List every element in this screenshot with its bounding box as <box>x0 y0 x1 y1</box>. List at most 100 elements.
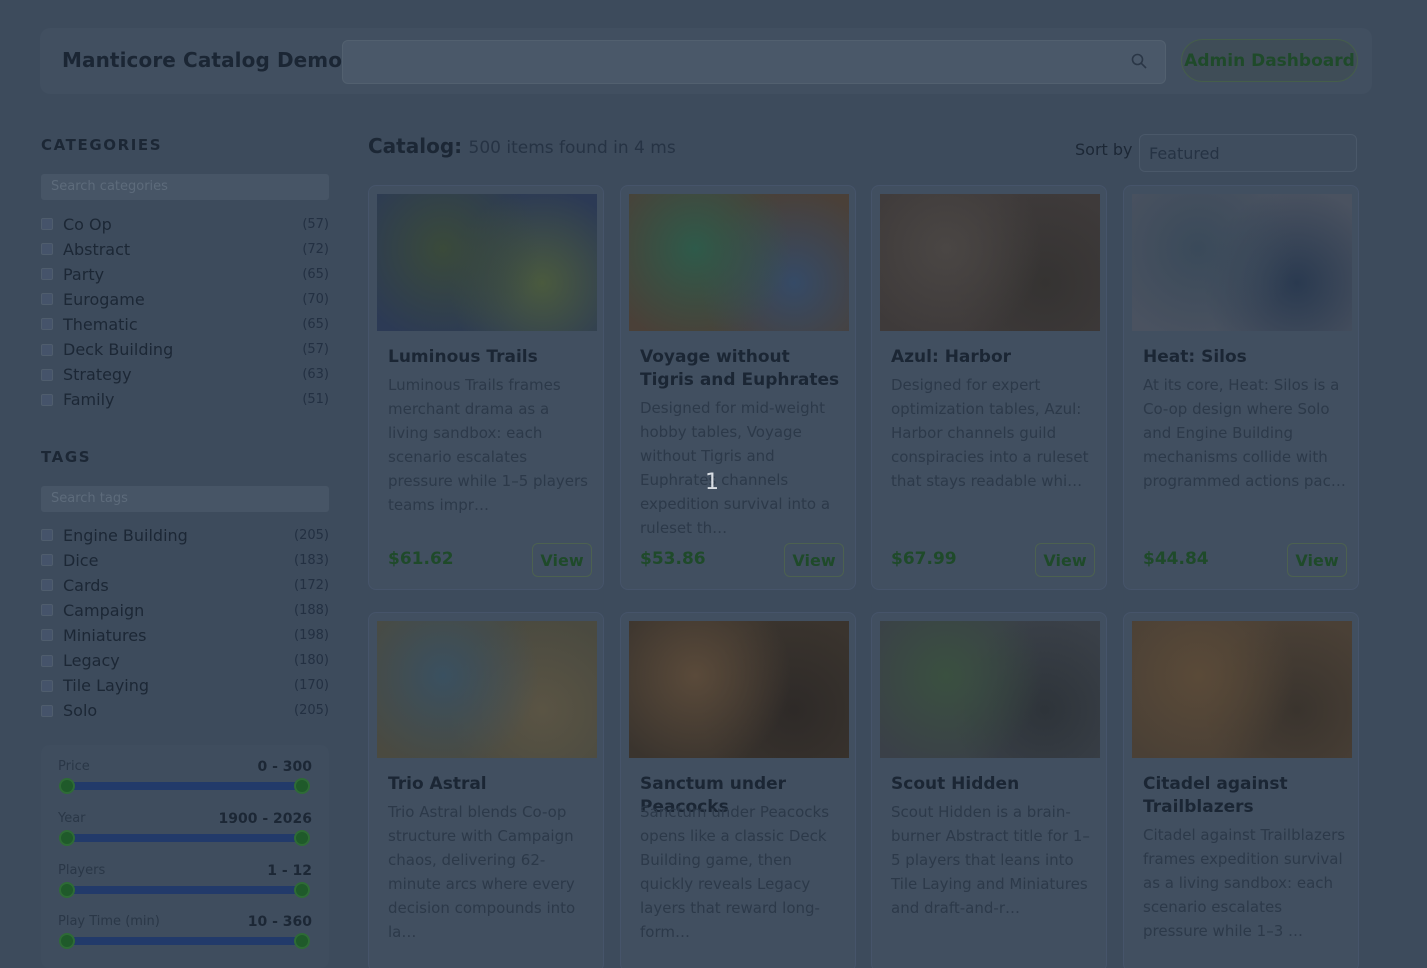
view-button[interactable]: View <box>1287 543 1347 577</box>
tag-checkbox[interactable] <box>41 604 53 617</box>
product-description: Sanctum under Peacocks opens like a clas… <box>640 803 830 941</box>
category-count: (57) <box>302 342 329 357</box>
range-filter: Play Time (min) 10 - 360 <box>58 914 312 949</box>
product-card[interactable]: Luminous Trails Luminous Trails frames me… <box>368 185 604 590</box>
tag-checkbox[interactable] <box>41 679 53 692</box>
tag-item[interactable]: Cards (172) <box>41 574 329 596</box>
product-card[interactable]: Trio Astral Trio Astral blends Co-op stru… <box>368 612 604 968</box>
product-image[interactable] <box>880 621 1100 758</box>
tag-checkbox[interactable] <box>41 654 53 667</box>
category-item[interactable]: Eurogame (70) <box>41 288 329 310</box>
category-checkbox[interactable] <box>41 368 53 381</box>
category-count: (65) <box>302 316 329 332</box>
product-description: At its core, Heat: Silos is a Co-op desi… <box>1143 376 1346 490</box>
tag-item[interactable]: Legacy (180) <box>41 650 329 672</box>
product-card[interactable]: Heat: Silos At its core, Heat: Silos is a… <box>1123 185 1359 590</box>
product-card[interactable]: Scout Hidden Scout Hidden is a brain-burn… <box>871 612 1107 968</box>
view-button[interactable]: View <box>1035 543 1095 577</box>
product-card[interactable]: Sanctum under Peacocks Sanctum under Peac… <box>620 612 856 968</box>
range-max-handle[interactable] <box>294 778 310 794</box>
search-input[interactable] <box>342 40 1166 84</box>
range-min-handle[interactable] <box>59 933 75 949</box>
product-image[interactable] <box>377 621 597 758</box>
category-checkbox[interactable] <box>41 343 53 356</box>
tag-label: Legacy <box>63 651 120 670</box>
category-label: Strategy <box>63 365 132 385</box>
product-name[interactable]: Scout Hidden <box>891 773 1096 796</box>
category-item[interactable]: Co Op (57) <box>41 213 329 235</box>
category-item[interactable]: Strategy (63) <box>41 364 329 386</box>
admin-dashboard-button[interactable]: Admin Dashboard <box>1181 39 1358 82</box>
tag-count: (205) <box>294 703 329 719</box>
product-image[interactable] <box>377 194 597 331</box>
range-track[interactable] <box>68 834 304 842</box>
tag-item[interactable]: Miniatures (198) <box>41 624 329 646</box>
catalog-label: Catalog: <box>368 134 463 158</box>
range-filters-panel <box>41 745 329 968</box>
range-value: 10 - 360 <box>247 914 312 930</box>
category-checkbox[interactable] <box>41 268 53 281</box>
brand-title[interactable]: Manticore Catalog Demo <box>62 48 342 72</box>
product-image[interactable] <box>1132 621 1352 758</box>
tag-checkbox[interactable] <box>41 529 53 541</box>
product-name[interactable]: Voyage without Tigris and Euphrates <box>640 346 845 392</box>
range-min-handle[interactable] <box>59 778 75 794</box>
sort-select[interactable]: Featured <box>1139 134 1357 172</box>
tag-item[interactable]: Campaign (188) <box>41 599 329 621</box>
tag-checkbox[interactable] <box>41 554 53 567</box>
product-name[interactable]: Heat: Silos <box>1143 346 1348 369</box>
range-max-handle[interactable] <box>294 882 310 898</box>
category-item[interactable]: Thematic (65) <box>41 313 329 335</box>
product-image[interactable] <box>629 621 849 758</box>
product-price: $67.99 <box>891 549 957 569</box>
category-item[interactable]: Party (65) <box>41 263 329 285</box>
search-icon[interactable] <box>1131 53 1147 69</box>
tag-checkbox[interactable] <box>41 579 53 592</box>
range-filter: Price 0 - 300 <box>58 759 312 794</box>
range-track[interactable] <box>68 886 304 894</box>
tag-label: Engine Building <box>63 525 188 545</box>
category-checkbox[interactable] <box>41 218 53 230</box>
product-name[interactable]: Citadel against Trailblazers <box>1143 773 1348 819</box>
product-image[interactable] <box>1132 194 1352 331</box>
category-label: Co Op <box>63 214 112 234</box>
product-price: $44.84 <box>1143 549 1209 569</box>
category-checkbox[interactable] <box>41 243 53 256</box>
range-track[interactable] <box>68 937 304 945</box>
category-item[interactable]: Deck Building (57) <box>41 339 329 361</box>
product-card[interactable]: Azul: Harbor Designed for expert optimiza… <box>871 185 1107 590</box>
category-checkbox[interactable] <box>41 393 53 406</box>
product-card[interactable]: Voyage without Tigris and Euphrates Desig… <box>620 185 856 590</box>
product-name[interactable]: Luminous Trails <box>388 346 593 369</box>
range-max-handle[interactable] <box>294 830 310 846</box>
product-image[interactable] <box>629 194 849 331</box>
product-description: Citadel against Trailblazers frames expe… <box>1143 826 1346 940</box>
tag-label: Tile Laying <box>63 676 150 696</box>
category-item[interactable]: Abstract (72) <box>41 238 329 260</box>
product-image[interactable] <box>880 194 1100 331</box>
view-button[interactable]: View <box>784 543 844 577</box>
tag-item[interactable]: Dice (183) <box>41 549 329 571</box>
tag-count: (188) <box>294 602 329 618</box>
category-item[interactable]: Family (51) <box>41 389 329 411</box>
tag-label: Cards <box>63 575 109 595</box>
tag-item[interactable]: Engine Building (205) <box>41 524 329 546</box>
range-max-handle[interactable] <box>294 933 310 949</box>
range-track[interactable] <box>68 782 304 790</box>
category-checkbox[interactable] <box>41 293 53 306</box>
category-checkbox[interactable] <box>41 318 53 331</box>
tag-checkbox[interactable] <box>41 629 53 642</box>
tag-item[interactable]: Tile Laying (170) <box>41 675 329 697</box>
range-min-handle[interactable] <box>59 882 75 898</box>
product-price: $53.86 <box>640 549 706 569</box>
tag-count: (205) <box>294 527 329 543</box>
tags-search-input[interactable]: Search tags <box>41 486 329 512</box>
product-card[interactable]: Citadel against Trailblazers Citadel agai… <box>1123 612 1359 968</box>
tag-item[interactable]: Solo (205) <box>41 700 329 722</box>
range-min-handle[interactable] <box>59 830 75 846</box>
categories-search-input[interactable]: Search categories <box>41 174 329 200</box>
view-button[interactable]: View <box>532 543 592 577</box>
tag-checkbox[interactable] <box>41 704 53 717</box>
product-name[interactable]: Trio Astral <box>388 773 593 796</box>
product-name[interactable]: Azul: Harbor <box>891 346 1096 369</box>
